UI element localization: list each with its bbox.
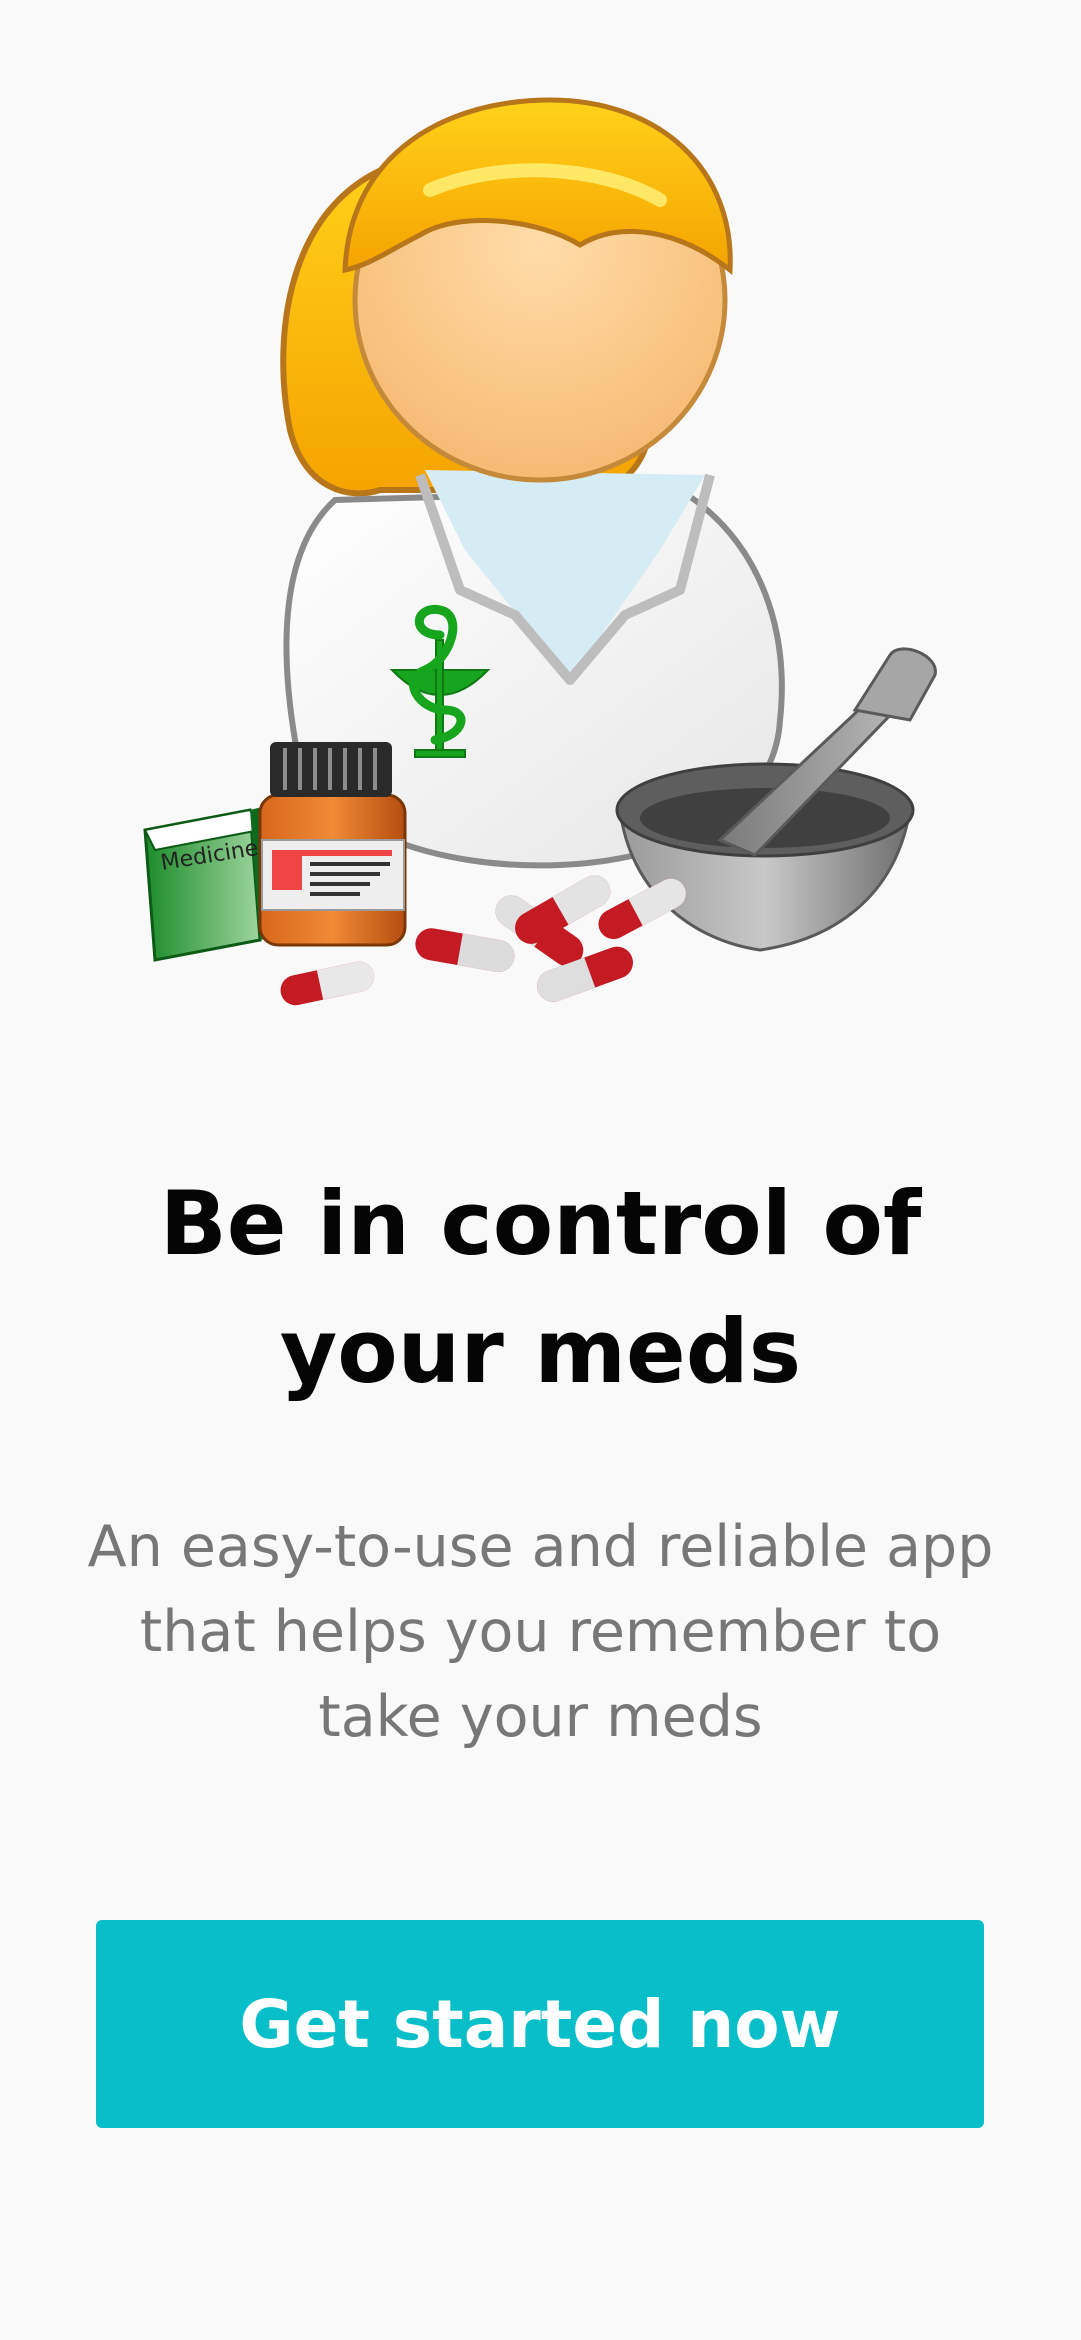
get-started-button[interactable]: Get started now	[96, 1920, 984, 2128]
onboarding-screen: Medicine Be in control of your meds An e…	[0, 0, 1081, 2340]
page-title: Be in control of your meds	[159, 1172, 922, 1403]
pill-bottle-icon	[258, 742, 407, 947]
page-description: An easy-to-use and reliable app that hel…	[87, 1514, 994, 1750]
pharmacist-illustration-icon: Medicine	[120, 70, 960, 1030]
